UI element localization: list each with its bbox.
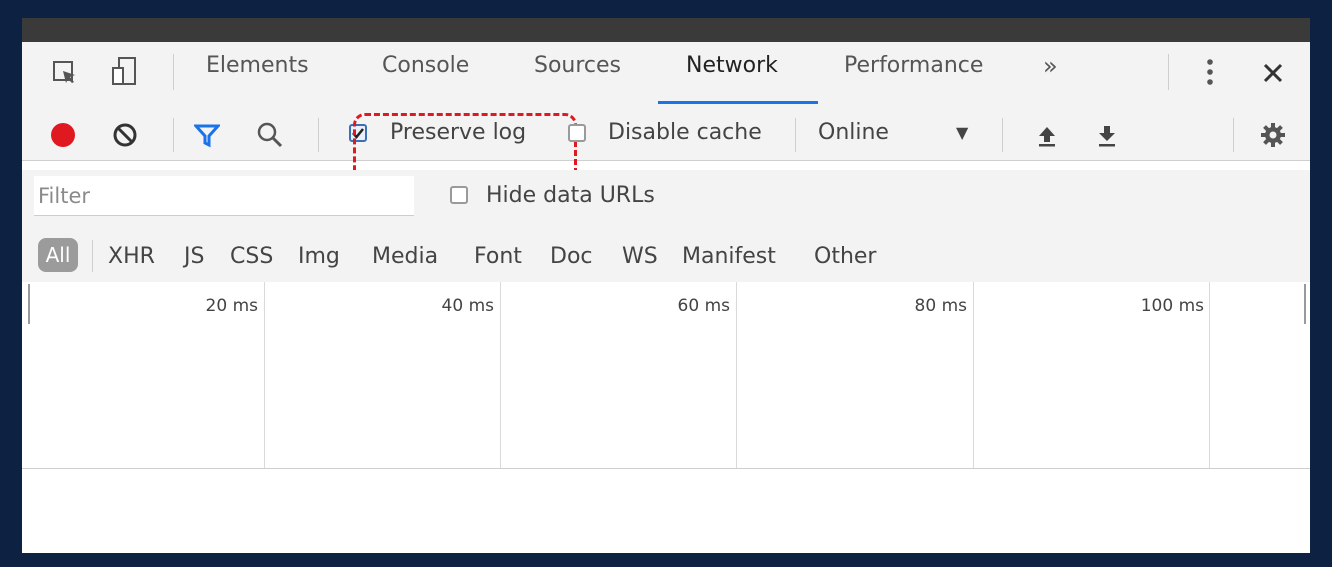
import-har-icon[interactable]: [1034, 122, 1060, 150]
timeline-gridline: [1209, 282, 1210, 468]
timeline-tick-label: 60 ms: [677, 296, 730, 316]
throttling-select[interactable]: Online: [818, 117, 889, 149]
timeline-gridline: [973, 282, 974, 468]
window-top-strip: [22, 18, 1310, 42]
tab-sources[interactable]: Sources: [534, 51, 621, 81]
disable-cache-label: Disable cache: [608, 120, 762, 145]
requests-area: [22, 469, 1310, 553]
separator: [173, 118, 174, 152]
separator: [92, 240, 93, 272]
clear-icon[interactable]: [110, 120, 140, 150]
export-har-icon[interactable]: [1094, 122, 1120, 150]
separator: [173, 54, 174, 90]
timeline-gridline: [264, 282, 265, 468]
type-filter-xhr[interactable]: XHR: [108, 242, 155, 272]
separator: [1168, 54, 1169, 90]
timeline-gridline: [500, 282, 501, 468]
overview-left-handle[interactable]: [28, 284, 30, 324]
disable-cache-checkbox[interactable]: [568, 124, 586, 142]
timeline-tick-label: 20 ms: [205, 296, 258, 316]
close-icon[interactable]: [1258, 58, 1288, 88]
filter-input[interactable]: [34, 176, 414, 216]
timeline-tick-label: 80 ms: [914, 296, 967, 316]
separator: [1233, 118, 1234, 152]
inspect-element-icon[interactable]: [50, 58, 80, 88]
more-options-icon[interactable]: [1198, 54, 1222, 90]
type-filter-manifest[interactable]: Manifest: [682, 242, 776, 272]
timeline-gridline: [736, 282, 737, 468]
more-tabs-icon[interactable]: »: [1043, 51, 1058, 81]
type-filter-doc[interactable]: Doc: [550, 242, 593, 272]
separator: [318, 118, 319, 152]
filter-icon[interactable]: [192, 120, 222, 150]
chevron-down-icon[interactable]: ▼: [956, 117, 968, 149]
type-filter-other[interactable]: Other: [814, 242, 876, 272]
separator: [1002, 118, 1003, 152]
type-filter-img[interactable]: Img: [298, 242, 340, 272]
type-filter-ws[interactable]: WS: [622, 242, 658, 272]
type-filter-media[interactable]: Media: [372, 242, 438, 272]
type-filter-all[interactable]: All: [38, 238, 78, 272]
separator: [795, 118, 796, 152]
tab-network[interactable]: Network: [686, 51, 778, 81]
timeline-tick-label: 40 ms: [441, 296, 494, 316]
type-filter-js[interactable]: JS: [184, 242, 204, 272]
timeline-tick-label: 100 ms: [1140, 296, 1204, 316]
tab-performance[interactable]: Performance: [844, 51, 983, 81]
tab-elements[interactable]: Elements: [206, 51, 309, 81]
gear-icon[interactable]: [1258, 120, 1288, 150]
devtools-panel: Elements Console Sources Network Perform…: [22, 18, 1310, 553]
overview-right-handle[interactable]: [1304, 284, 1306, 324]
type-filter-font[interactable]: Font: [474, 242, 522, 272]
record-icon[interactable]: [48, 120, 78, 150]
resource-type-filters: [22, 230, 1310, 283]
hide-data-urls-label: Hide data URLs: [486, 183, 655, 208]
tab-console[interactable]: Console: [382, 51, 469, 81]
active-tab-indicator: [658, 101, 818, 104]
search-icon[interactable]: [255, 120, 285, 150]
type-filter-css[interactable]: CSS: [230, 242, 273, 272]
hide-data-urls-checkbox[interactable]: [450, 186, 468, 204]
device-toolbar-icon[interactable]: [110, 55, 140, 89]
